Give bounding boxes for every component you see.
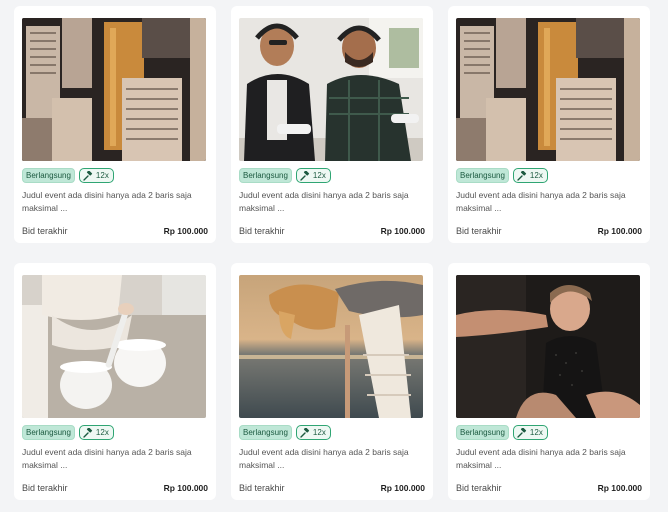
gavel-icon — [300, 170, 310, 181]
bid-count-badge: 12x — [295, 425, 331, 440]
bid-count: 12x — [529, 428, 543, 437]
last-bid-label: Bid terakhir — [22, 226, 68, 236]
gavel-icon — [83, 170, 93, 181]
status-badge: Berlangsung — [22, 425, 75, 440]
card-badges: Berlangsung 12x — [456, 168, 642, 183]
status-badge: Berlangsung — [456, 168, 509, 183]
last-bid-label: Bid terakhir — [456, 483, 502, 493]
bid-count-badge: 12x — [295, 168, 331, 183]
baby-portrait-photo[interactable] — [456, 275, 640, 418]
event-description: Judul event ada disini hanya ada 2 baris… — [456, 447, 626, 470]
gamers-with-controllers-photo[interactable] — [239, 18, 423, 161]
last-bid-price: Rp 100.000 — [597, 483, 642, 493]
card-footer: Bid terakhir Rp 100.000 — [456, 482, 642, 494]
bid-count: 12x — [312, 171, 326, 180]
gavel-icon — [300, 427, 310, 438]
bid-count: 12x — [312, 428, 326, 437]
bid-count: 12x — [95, 171, 109, 180]
gavel-icon — [83, 427, 93, 438]
bid-count-badge: 12x — [512, 168, 548, 183]
gavel-icon — [517, 427, 527, 438]
last-bid-price: Rp 100.000 — [163, 483, 208, 493]
bid-count: 12x — [529, 171, 543, 180]
auction-grid: Berlangsung 12x Judul event ada disini h… — [0, 0, 668, 512]
city-skyscrapers-photo[interactable] — [22, 18, 206, 161]
last-bid-label: Bid terakhir — [239, 226, 285, 236]
status-badge: Berlangsung — [456, 425, 509, 440]
auction-card[interactable]: Berlangsung 12x Judul event ada disini h… — [14, 6, 216, 243]
event-description: Judul event ada disini hanya ada 2 baris… — [456, 190, 626, 213]
bid-count-badge: 12x — [78, 168, 114, 183]
event-description: Judul event ada disini hanya ada 2 baris… — [239, 190, 409, 213]
bid-count-badge: 12x — [78, 425, 114, 440]
gavel-icon — [517, 170, 527, 181]
city-skyscrapers-photo[interactable] — [456, 18, 640, 161]
auction-card[interactable]: Berlangsung 12x Judul event ada disini h… — [448, 263, 650, 500]
card-footer: Bid terakhir Rp 100.000 — [239, 225, 425, 237]
last-bid-label: Bid terakhir — [22, 483, 68, 493]
card-badges: Berlangsung 12x — [22, 425, 208, 440]
event-description: Judul event ada disini hanya ada 2 baris… — [22, 447, 192, 470]
last-bid-label: Bid terakhir — [239, 483, 285, 493]
auction-card[interactable]: Berlangsung 12x Judul event ada disini h… — [448, 6, 650, 243]
status-badge: Berlangsung — [239, 168, 292, 183]
status-badge: Berlangsung — [22, 168, 75, 183]
card-badges: Berlangsung 12x — [456, 425, 642, 440]
bid-count-badge: 12x — [512, 425, 548, 440]
card-badges: Berlangsung 12x — [22, 168, 208, 183]
auction-card[interactable]: Berlangsung 12x Judul event ada disini h… — [231, 263, 433, 500]
last-bid-price: Rp 100.000 — [163, 226, 208, 236]
last-bid-label: Bid terakhir — [456, 226, 502, 236]
singing-bowls-photo[interactable] — [22, 275, 206, 418]
card-footer: Bid terakhir Rp 100.000 — [239, 482, 425, 494]
last-bid-price: Rp 100.000 — [597, 226, 642, 236]
last-bid-price: Rp 100.000 — [380, 226, 425, 236]
auction-card[interactable]: Berlangsung 12x Judul event ada disini h… — [14, 263, 216, 500]
card-footer: Bid terakhir Rp 100.000 — [22, 225, 208, 237]
status-badge: Berlangsung — [239, 425, 292, 440]
event-description: Judul event ada disini hanya ada 2 baris… — [22, 190, 192, 213]
event-description: Judul event ada disini hanya ada 2 baris… — [239, 447, 409, 470]
woman-at-beach-sunset-photo[interactable] — [239, 275, 423, 418]
card-footer: Bid terakhir Rp 100.000 — [456, 225, 642, 237]
bid-count: 12x — [95, 428, 109, 437]
card-footer: Bid terakhir Rp 100.000 — [22, 482, 208, 494]
card-badges: Berlangsung 12x — [239, 425, 425, 440]
auction-card[interactable]: Berlangsung 12x Judul event ada disini h… — [231, 6, 433, 243]
card-badges: Berlangsung 12x — [239, 168, 425, 183]
last-bid-price: Rp 100.000 — [380, 483, 425, 493]
